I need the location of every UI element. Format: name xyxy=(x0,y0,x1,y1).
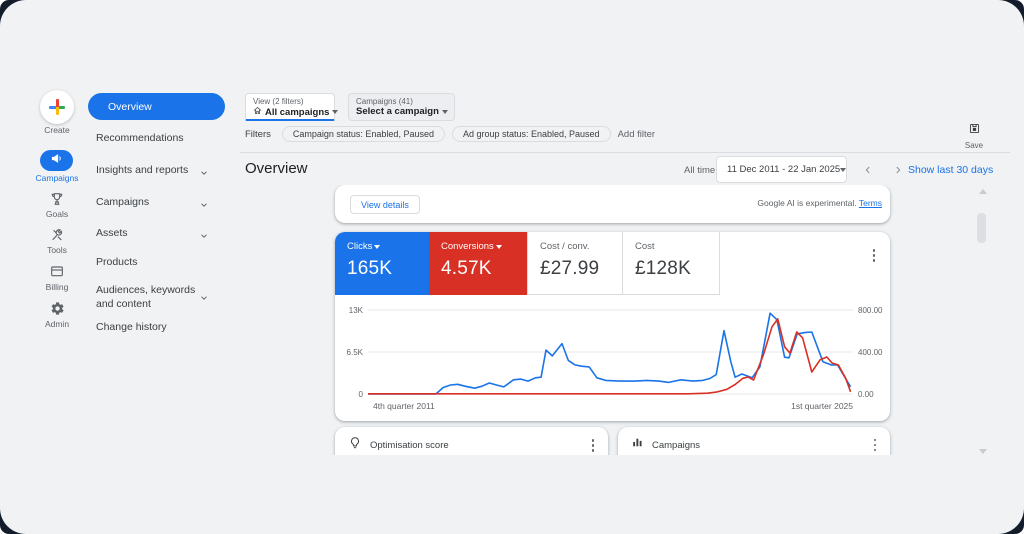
app-screen: Create Campaigns Goals Tools Billing Adm… xyxy=(0,0,1024,534)
kebab-menu-icon[interactable] xyxy=(590,437,597,454)
ai-disclaimer: Google AI is experimental. Terms xyxy=(757,198,882,208)
view-details-button[interactable]: View details xyxy=(350,195,420,214)
ai-disclaimer-text: Google AI is experimental. xyxy=(757,198,858,208)
metric-tiles: Clicks 165K Conversions 4.57K Cost / con… xyxy=(335,232,720,295)
metric-label: Cost / conv. xyxy=(540,241,589,252)
metric-value: £27.99 xyxy=(540,258,622,280)
optimisation-score-card: Optimisation score xyxy=(335,427,608,455)
metric-tile-cost-per-conv[interactable]: Cost / conv. £27.99 xyxy=(527,232,623,295)
view-dropdown-label: View (2 filters) xyxy=(253,97,327,106)
dropdown-arrow-icon xyxy=(442,110,448,114)
dropdown-arrow-icon xyxy=(332,110,338,114)
campaigns-card: Campaigns xyxy=(618,427,890,455)
ai-summary-card: View details Google AI is experimental. … xyxy=(335,185,890,223)
filters-label: Filters xyxy=(245,129,271,140)
metric-label: Cost xyxy=(635,241,655,252)
metric-tile-cost[interactable]: Cost £128K xyxy=(623,232,720,295)
view-filter-dropdown[interactable]: View (2 filters) All campaigns xyxy=(245,93,335,121)
nav-item-overview[interactable]: Overview xyxy=(88,93,225,120)
campaign-select-dropdown[interactable]: Campaigns (41) Select a campaign xyxy=(348,93,455,121)
home-icon xyxy=(253,106,262,118)
scrollbar-down-arrow[interactable] xyxy=(979,449,987,454)
chevron-down-icon[interactable] xyxy=(199,165,209,175)
scrollbar-thumb[interactable] xyxy=(977,213,986,243)
filter-chip-ad-group-status[interactable]: Ad group status: Enabled, Paused xyxy=(452,126,611,142)
metric-tile-conversions[interactable]: Conversions 4.57K xyxy=(429,232,527,295)
card-title: Optimisation score xyxy=(370,440,582,451)
divider xyxy=(240,152,1010,153)
page-title: Overview xyxy=(245,160,308,177)
campaign-dropdown-label: Campaigns (41) xyxy=(356,97,447,106)
series-conversions xyxy=(368,319,851,394)
date-prev-button[interactable] xyxy=(854,156,881,183)
megaphone-icon xyxy=(50,152,63,170)
create-button[interactable] xyxy=(40,90,74,124)
time-preset-label: All time xyxy=(684,165,715,176)
date-range-selector[interactable]: 11 Dec 2011 - 22 Jan 2025 xyxy=(716,156,847,183)
metric-dropdown-arrow-icon xyxy=(496,245,502,249)
scrollbar-up-arrow[interactable] xyxy=(979,189,987,194)
series-clicks xyxy=(368,313,851,394)
dropdown-arrow-icon xyxy=(840,168,846,172)
kebab-menu-icon[interactable] xyxy=(871,247,878,264)
bar-chart-icon xyxy=(631,436,644,454)
create-label: Create xyxy=(27,125,87,135)
google-ads-overview-mockup: Create Campaigns Goals Tools Billing Adm… xyxy=(0,0,1024,534)
save-label: Save xyxy=(952,141,996,150)
metric-dropdown-arrow-icon xyxy=(374,245,380,249)
terms-link[interactable]: Terms xyxy=(859,198,882,208)
save-button[interactable]: Save xyxy=(952,122,996,150)
rail-label-campaigns: Campaigns xyxy=(27,173,87,183)
kebab-menu-icon[interactable] xyxy=(872,437,879,454)
plus-icon xyxy=(56,99,59,115)
add-filter-button[interactable]: Add filter xyxy=(618,129,656,140)
date-next-button[interactable] xyxy=(884,156,911,183)
metric-value: 165K xyxy=(347,258,429,280)
metric-label: Conversions xyxy=(441,241,494,252)
metric-tile-clicks[interactable]: Clicks 165K xyxy=(335,232,429,295)
card-title: Campaigns xyxy=(652,440,864,451)
metric-value: 4.57K xyxy=(441,258,527,280)
metric-label: Clicks xyxy=(347,241,372,252)
lightbulb-icon xyxy=(348,436,362,455)
save-icon xyxy=(968,122,981,139)
trend-line-chart xyxy=(335,302,890,407)
rail-item-campaigns[interactable] xyxy=(40,150,73,171)
date-range-value: 11 Dec 2011 - 22 Jan 2025 xyxy=(727,164,840,175)
show-last-30-days-link[interactable]: Show last 30 days xyxy=(908,164,993,176)
filters-row: Filters Campaign status: Enabled, Paused… xyxy=(245,126,655,142)
nav-label-overview: Overview xyxy=(108,101,152,113)
nav-item-recommendations[interactable]: Recommendations xyxy=(96,131,208,145)
metric-value: £128K xyxy=(635,258,719,280)
nav-item-insights-and-reports[interactable]: Insights and reports xyxy=(96,163,208,177)
performance-chart-card: Clicks 165K Conversions 4.57K Cost / con… xyxy=(335,232,890,421)
campaign-dropdown-value: Select a campaign xyxy=(356,106,439,117)
content-scroll-area: View details Google AI is experimental. … xyxy=(0,185,1000,455)
view-dropdown-value: All campaigns xyxy=(265,107,329,118)
filter-chip-campaign-status[interactable]: Campaign status: Enabled, Paused xyxy=(282,126,445,142)
